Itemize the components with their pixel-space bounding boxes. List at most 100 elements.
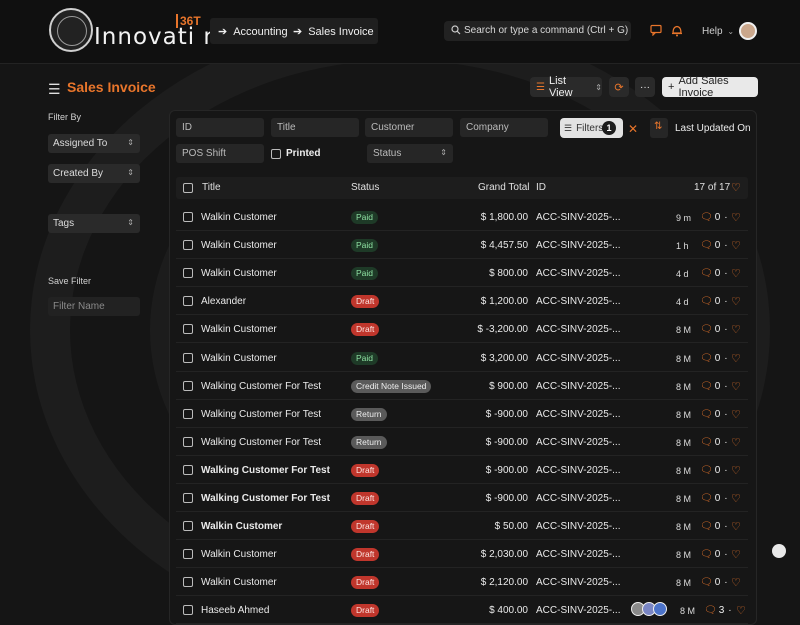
tags-select[interactable]: Tags ⇕ [48, 214, 140, 233]
heart-icon[interactable]: ♡ [731, 380, 741, 393]
add-sales-invoice-button[interactable]: + Add Sales Invoice [662, 75, 758, 99]
assignee-avatars[interactable] [631, 602, 667, 617]
table-row[interactable]: Walkin Customer Paid $ 800.00 ACC-SINV-2025… [176, 260, 748, 288]
row-title[interactable]: Walkin Customer [201, 268, 277, 279]
list-view-button[interactable]: ☰ List View ⇕ [530, 75, 602, 99]
hamburger-icon[interactable]: ☰ [48, 81, 61, 98]
heart-icon[interactable]: ♡ [731, 548, 741, 561]
heart-icon[interactable]: ♡ [731, 239, 741, 252]
chat-icon[interactable] [650, 24, 662, 39]
heart-icon[interactable]: ♡ [731, 295, 741, 308]
row-checkbox[interactable] [183, 436, 193, 447]
row-title[interactable]: Walkin Customer [201, 577, 277, 588]
row-title[interactable]: Walking Customer For Test [201, 465, 330, 476]
row-title[interactable]: Walkin Customer [201, 240, 277, 251]
table-row[interactable]: Walkin Customer Paid $ 1,800.00 ACC-SINV-20… [176, 204, 748, 231]
heart-icon[interactable]: ♡ [731, 181, 741, 194]
filters-button[interactable]: ☰ Filters 1 [560, 118, 623, 138]
pos-shift-filter-input[interactable]: POS Shift [176, 144, 264, 163]
heart-icon[interactable]: ♡ [731, 211, 741, 224]
avatar[interactable] [739, 22, 757, 40]
row-title[interactable]: Walkin Customer [201, 521, 282, 532]
table-row[interactable]: Walking Customer For Test Return $ -900.00… [176, 429, 748, 456]
row-checkbox[interactable] [183, 493, 193, 503]
heart-icon[interactable]: ♡ [731, 352, 741, 365]
heart-icon[interactable]: ♡ [736, 604, 746, 617]
assigned-to-select[interactable]: Assigned To ⇕ [48, 134, 140, 153]
help-menu[interactable]: Help ⌄ [702, 26, 734, 37]
row-title[interactable]: Alexander [201, 296, 246, 307]
customer-filter-input[interactable]: Customer [365, 118, 453, 137]
heart-icon[interactable]: ♡ [731, 520, 741, 533]
row-title[interactable]: Walkin Customer [201, 549, 277, 560]
row-comment-count[interactable]: 🗨 0 · [700, 381, 732, 392]
row-checkbox[interactable] [183, 549, 193, 560]
row-comment-count[interactable]: 🗨 0 · [700, 577, 732, 588]
heart-icon[interactable]: ♡ [731, 408, 741, 421]
heart-icon[interactable]: ♡ [731, 464, 741, 477]
sort-field-button[interactable]: Last Updated On [675, 123, 751, 134]
row-comment-count[interactable]: 🗨 0 · [700, 409, 732, 420]
title-filter-input[interactable]: Title [271, 118, 359, 137]
row-comment-count[interactable]: 🗨 0 · [700, 268, 732, 279]
table-row[interactable]: Walkin Customer Paid $ 3,200.00 ACC-SINV-20… [176, 345, 748, 372]
printed-checkbox[interactable] [271, 148, 281, 159]
table-row[interactable]: Walking Customer For Test Draft $ -900.00 A… [176, 485, 748, 512]
row-comment-count[interactable]: 🗨 0 · [700, 493, 732, 504]
table-row[interactable]: Walkin Customer Paid $ 4,457.50 ACC-SINV-20… [176, 232, 748, 260]
row-title[interactable]: Walkin Customer [201, 324, 277, 335]
status-filter-select[interactable]: Status ⇕ [367, 144, 453, 163]
clear-filters-icon[interactable]: ✕ [628, 122, 638, 136]
row-checkbox[interactable] [183, 408, 193, 419]
bell-icon[interactable] [671, 24, 683, 40]
table-row[interactable]: Haseeb Ahmed Draft $ 400.00 ACC-SINV-2025-.… [176, 597, 748, 625]
table-row[interactable]: Walkin Customer Draft $ -3,200.00 ACC-SINV-… [176, 316, 748, 344]
table-row[interactable]: Walkin Customer Draft $ 50.00 ACC-SINV-2025… [176, 513, 748, 541]
company-filter-input[interactable]: Company [460, 118, 548, 137]
row-checkbox[interactable] [183, 268, 193, 279]
row-comment-count[interactable]: 🗨 0 · [700, 437, 732, 448]
row-title[interactable]: Walkin Customer [201, 212, 277, 223]
refresh-button[interactable]: ⟳ [609, 77, 629, 97]
heart-icon[interactable]: ♡ [731, 492, 741, 505]
table-row[interactable]: Walking Customer For Test Return $ -900.00… [176, 401, 748, 428]
row-checkbox[interactable] [183, 464, 193, 475]
printed-filter[interactable]: Printed [271, 148, 320, 159]
row-title[interactable]: Walkin Customer [201, 353, 277, 364]
breadcrumb-sales-invoice[interactable]: ➔ Sales Invoice [293, 25, 374, 38]
row-checkbox[interactable] [183, 324, 193, 335]
row-title[interactable]: Haseeb Ahmed [201, 605, 269, 616]
row-title[interactable]: Walking Customer For Test [201, 437, 321, 448]
search-input[interactable]: Search or type a command (Ctrl + G) [444, 21, 631, 41]
row-comment-count[interactable]: 🗨 0 · [700, 465, 732, 476]
breadcrumb-accounting[interactable]: ➔ Accounting [218, 25, 288, 38]
row-checkbox[interactable] [183, 296, 193, 307]
row-comment-count[interactable]: 🗨 3 · [704, 605, 736, 616]
row-comment-count[interactable]: 🗨 0 · [700, 521, 732, 532]
select-all-checkbox[interactable] [183, 183, 193, 193]
row-checkbox[interactable] [183, 605, 193, 616]
row-comment-count[interactable]: 🗨 0 · [700, 240, 732, 251]
more-button[interactable]: ··· [635, 77, 655, 97]
row-checkbox[interactable] [183, 352, 193, 363]
row-comment-count[interactable]: 🗨 0 · [700, 353, 732, 364]
filter-name-input[interactable] [48, 297, 140, 316]
heart-icon[interactable]: ♡ [731, 323, 741, 336]
heart-icon[interactable]: ♡ [731, 436, 741, 449]
sort-order-button[interactable]: ⇅ [650, 118, 668, 138]
id-filter-input[interactable]: ID [176, 118, 264, 137]
row-comment-count[interactable]: 🗨 0 · [700, 549, 732, 560]
row-title[interactable]: Walking Customer For Test [201, 409, 321, 420]
row-comment-count[interactable]: 🗨 0 · [700, 212, 732, 223]
row-title[interactable]: Walking Customer For Test [201, 381, 321, 392]
row-checkbox[interactable] [183, 521, 193, 532]
table-row[interactable]: Alexander Draft $ 1,200.00 ACC-SINV-2025-..… [176, 288, 748, 316]
heart-icon[interactable]: ♡ [731, 576, 741, 589]
table-row[interactable]: Walkin Customer Draft $ 2,120.00 ACC-SINV-2… [176, 569, 748, 597]
row-title[interactable]: Walking Customer For Test [201, 493, 330, 504]
table-row[interactable]: Walking Customer For Test Draft $ -900.00 A… [176, 457, 748, 484]
created-by-select[interactable]: Created By ⇕ [48, 164, 140, 183]
row-checkbox[interactable] [183, 577, 193, 588]
assistant-bot-icon[interactable] [772, 544, 786, 558]
logo-seal[interactable] [49, 8, 93, 52]
